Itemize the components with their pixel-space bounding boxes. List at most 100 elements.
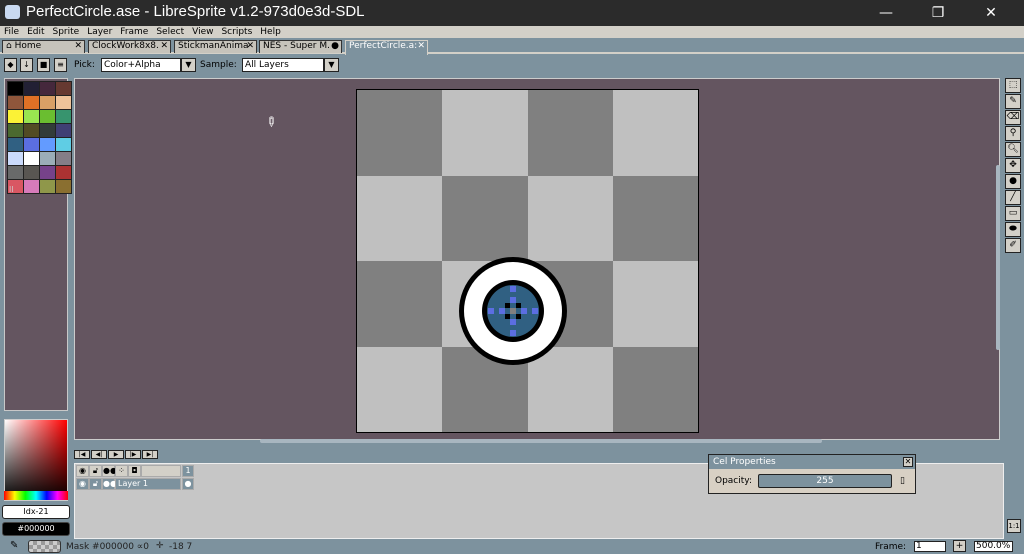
palette-swatch[interactable]	[40, 166, 55, 179]
palette-swatch[interactable]	[24, 124, 39, 137]
palette-swatch[interactable]	[8, 166, 23, 179]
palette-swatch[interactable]	[8, 82, 23, 95]
menu-file[interactable]: File	[4, 26, 19, 38]
palette-swatch[interactable]	[24, 110, 39, 123]
palette-swatch[interactable]	[24, 152, 39, 165]
menu-sprite[interactable]: Sprite	[53, 26, 80, 38]
eraser-tool-icon[interactable]: ⌫	[1005, 110, 1021, 125]
continuous-icon[interactable]: ●●	[102, 465, 117, 477]
palette-swatch[interactable]	[56, 138, 71, 151]
opacity-reset-icon[interactable]: ▯	[900, 476, 905, 486]
menu-edit[interactable]: Edit	[27, 26, 44, 38]
menu-help[interactable]: Help	[260, 26, 281, 38]
cel-icon[interactable]: ●	[182, 478, 194, 490]
minimize-button[interactable]: —	[863, 0, 909, 26]
pencil-tool-icon[interactable]: ✎	[1005, 94, 1021, 109]
lock-icon[interactable]: 🔓︎	[89, 465, 102, 477]
palette-swatch[interactable]	[8, 124, 23, 137]
layer-name[interactable]: Layer 1	[115, 478, 181, 490]
close-tab-icon[interactable]: ✕	[417, 41, 425, 52]
palette-swatch[interactable]	[56, 166, 71, 179]
line-tool-icon[interactable]: ╱	[1005, 190, 1021, 205]
palette-swatch[interactable]	[56, 110, 71, 123]
palette-swatch[interactable]	[40, 138, 55, 151]
layer-visible-icon[interactable]: ◉	[76, 478, 89, 490]
menu-frame[interactable]: Frame	[120, 26, 148, 38]
zoom-1to1-button[interactable]: 1:1	[1007, 519, 1021, 533]
tab-clockwork[interactable]: ClockWork8x8. ✕	[88, 40, 171, 53]
palette-swatch[interactable]	[8, 96, 23, 109]
close-tab-icon[interactable]: ✕	[74, 41, 82, 52]
modified-dot-icon[interactable]: ●	[331, 41, 339, 52]
color-spectrum[interactable]	[4, 419, 68, 501]
frame-input[interactable]: 1	[914, 541, 946, 552]
close-tab-icon[interactable]: ✕	[246, 41, 254, 52]
hue-slider[interactable]	[4, 491, 68, 500]
canvas-editor[interactable]: ✎	[74, 78, 1000, 440]
contour-tool-icon[interactable]: ⬬	[1005, 222, 1021, 237]
menu-lines-icon[interactable]: ≡	[54, 58, 67, 72]
palette-swatch[interactable]	[24, 180, 39, 193]
mask-color-swatch[interactable]	[28, 540, 61, 553]
palette-swatch[interactable]	[40, 96, 55, 109]
palette-swatch[interactable]	[8, 152, 23, 165]
palette-swatch[interactable]	[40, 152, 55, 165]
vertical-scrollbar[interactable]	[996, 165, 1000, 350]
move-tool-icon[interactable]: ✥	[1005, 158, 1021, 173]
eye-icon[interactable]: ◉	[76, 465, 89, 477]
palette-swatch[interactable]	[56, 152, 71, 165]
palette-swatch[interactable]	[40, 110, 55, 123]
horizontal-scrollbar[interactable]	[260, 439, 822, 443]
maximize-button[interactable]: ❐	[915, 0, 961, 26]
tab-home[interactable]: ⌂ Home ✕	[2, 40, 85, 53]
palette-resize-handle[interactable]: ll	[9, 185, 13, 194]
first-frame-icon[interactable]: |◀	[74, 450, 90, 459]
tab-nes[interactable]: NES - Super M. ●	[259, 40, 342, 53]
palette-swatch[interactable]	[24, 138, 39, 151]
square-icon[interactable]: ■	[37, 58, 50, 72]
paint-bucket-tool-icon[interactable]: ●	[1005, 174, 1021, 189]
color-index[interactable]: Idx-21	[2, 505, 70, 519]
palette-swatch[interactable]	[56, 124, 71, 137]
color-hex[interactable]: #000000	[2, 522, 70, 536]
layer-lock-icon[interactable]: 🔓︎	[89, 478, 102, 490]
chevron-down-icon[interactable]: ▼	[181, 58, 196, 72]
close-tab-icon[interactable]: ✕	[160, 41, 168, 52]
zoom-tool-icon[interactable]: 🔍︎	[1005, 142, 1021, 157]
play-icon[interactable]: ▶	[108, 450, 124, 459]
pick-select[interactable]: Color+Alpha	[101, 58, 181, 72]
tab-perfectcircle[interactable]: PerfectCircle.a: ✕	[345, 40, 428, 55]
palette-swatch[interactable]	[24, 82, 39, 95]
frame-header[interactable]: 1	[182, 465, 194, 477]
palette-swatch[interactable]	[40, 180, 55, 193]
palette-swatch[interactable]	[24, 96, 39, 109]
palette-swatch[interactable]	[24, 166, 39, 179]
opacity-slider[interactable]: 255	[758, 474, 892, 488]
eyedropper-option-icon[interactable]: ◆	[4, 58, 17, 72]
arrow-down-icon[interactable]: ↓	[20, 58, 33, 72]
palette-swatch[interactable]	[56, 96, 71, 109]
tab-stickman[interactable]: StickmanAnima ✕	[174, 40, 257, 53]
last-frame-icon[interactable]: ▶|	[142, 450, 158, 459]
layer-continuous-icon[interactable]: ●●	[102, 478, 117, 490]
prev-frame-icon[interactable]: ◀|	[91, 450, 107, 459]
menu-view[interactable]: View	[192, 26, 213, 38]
palette-swatch[interactable]	[8, 138, 23, 151]
onion-skin-icon[interactable]: ◘	[128, 465, 141, 477]
palette-swatch[interactable]	[56, 82, 71, 95]
palette-swatch[interactable]	[8, 110, 23, 123]
menu-layer[interactable]: Layer	[87, 26, 112, 38]
blur-tool-icon[interactable]: ✐	[1005, 238, 1021, 253]
palette-swatch[interactable]	[56, 180, 71, 193]
eyedropper-tool-icon[interactable]: ⚲	[1005, 126, 1021, 141]
close-window-button[interactable]: ✕	[968, 0, 1014, 26]
menu-select[interactable]: Select	[156, 26, 184, 38]
add-frame-button[interactable]: +	[953, 540, 966, 552]
zoom-input[interactable]: 500.0%	[974, 541, 1013, 552]
chevron-down-icon[interactable]: ▼	[324, 58, 339, 72]
menu-scripts[interactable]: Scripts	[221, 26, 252, 38]
close-icon[interactable]: ✕	[903, 457, 913, 467]
palette-swatch[interactable]	[40, 124, 55, 137]
palette-swatch[interactable]	[40, 82, 55, 95]
link-icon[interactable]: ⁘	[115, 465, 128, 477]
